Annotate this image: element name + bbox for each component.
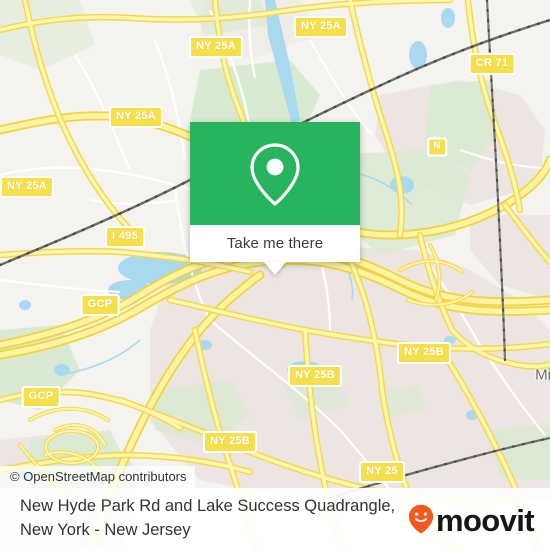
footer-bar: New Hyde Park Rd and Lake Success Quadra… — [0, 488, 550, 550]
road-shield: I 495 — [105, 226, 145, 248]
road-shield: CR 71 — [468, 53, 516, 75]
popup-footer[interactable]: Take me there — [190, 225, 360, 275]
moovit-smiling-pin-icon — [408, 504, 434, 534]
road-shield: NY 25 — [359, 461, 405, 483]
road-shield: NY 25A — [0, 176, 55, 198]
road-shield: NY 25B — [287, 365, 343, 387]
take-me-there-label: Take me there — [226, 235, 324, 252]
road-shield: NY 25B — [202, 431, 258, 453]
osm-attribution[interactable]: © OpenStreetMap contributors — [0, 466, 195, 488]
road-shield: GCP — [80, 294, 120, 316]
road-shield: NY 25A — [108, 106, 164, 128]
map-screenshot: NY 25A NY 25A CR 71 NY 25A N NY 25A I 495 GCP NY… — [0, 0, 550, 550]
popup-pointer — [264, 262, 286, 275]
location-title: New Hyde Park Rd and Lake Success Quadra… — [20, 497, 396, 539]
road-shield: NY 25A — [188, 36, 244, 58]
place-label: Mi — [535, 366, 550, 384]
moovit-logo[interactable]: moovit — [408, 502, 535, 538]
popup-header — [190, 122, 360, 225]
road-shield: GCP — [21, 386, 61, 408]
map-pin-icon — [250, 142, 300, 206]
road-shield: NY 25B — [396, 342, 452, 364]
location-popup-card[interactable]: Take me there — [190, 122, 360, 275]
moovit-wordmark: moovit — [435, 502, 535, 538]
road-shield: NY 25A — [293, 16, 349, 38]
road-shield: N — [427, 137, 447, 157]
